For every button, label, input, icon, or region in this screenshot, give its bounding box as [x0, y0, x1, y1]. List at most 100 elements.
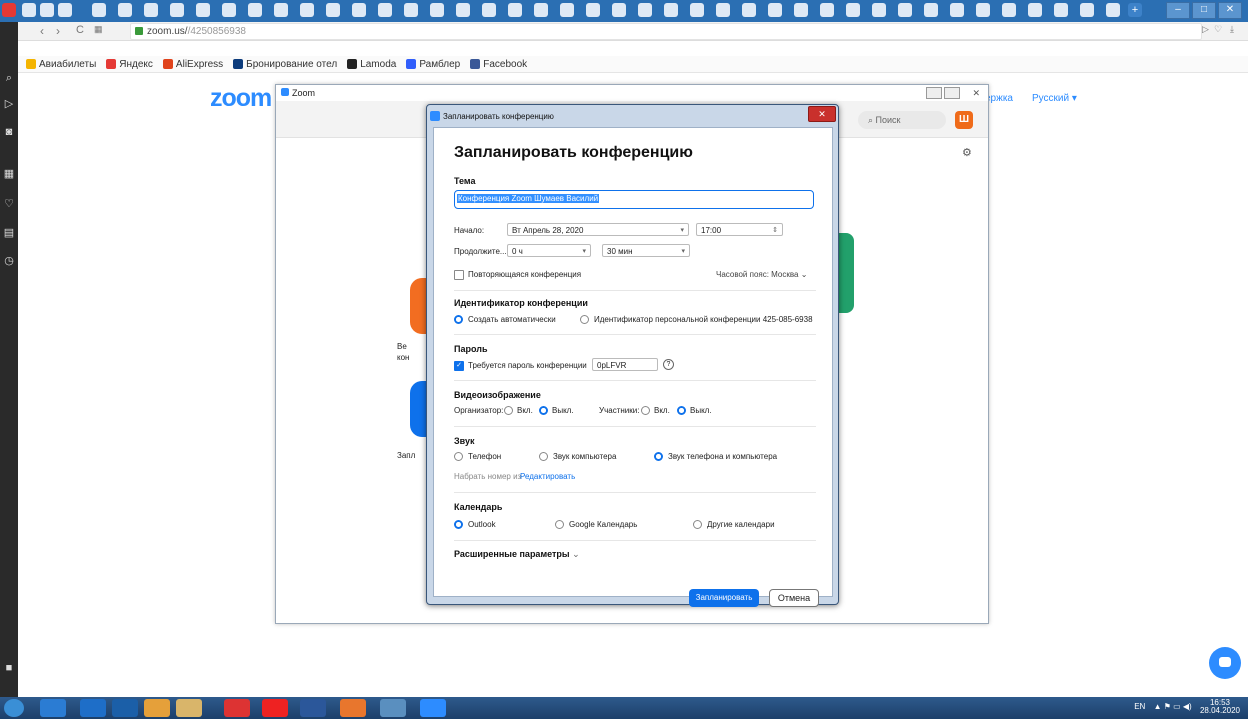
search-input[interactable]: ⌕ Поиск [858, 111, 946, 129]
browser-tab[interactable] [430, 3, 444, 17]
audio-both-radio[interactable] [654, 452, 663, 461]
browser-tab[interactable] [196, 3, 210, 17]
close-icon[interactable]: ✕ [1218, 2, 1242, 19]
browser-tab[interactable] [22, 3, 36, 17]
grid-icon[interactable]: ▦ [3, 168, 15, 180]
meeting-id-auto-radio[interactable] [454, 315, 463, 324]
browser-tab[interactable] [664, 3, 678, 17]
calendar-other-radio[interactable] [693, 520, 702, 529]
edit-link[interactable]: Редактировать [520, 472, 575, 481]
browser-tab[interactable] [508, 3, 522, 17]
new-tab-button[interactable]: + [1128, 3, 1142, 17]
browser-tab[interactable] [1080, 3, 1094, 17]
calendar-outlook-radio[interactable] [454, 520, 463, 529]
recurring-checkbox[interactable] [454, 270, 464, 280]
share-icon[interactable]: ▷ [1202, 24, 1209, 35]
maximize-icon[interactable]: □ [1192, 2, 1216, 19]
browser-tab[interactable] [898, 3, 912, 17]
browser-tab[interactable] [976, 3, 990, 17]
password-input[interactable]: 0pLFVR [592, 358, 658, 371]
browser-tab[interactable] [1106, 3, 1120, 17]
chat-icon[interactable]: ▤ [3, 227, 15, 239]
start-time-input[interactable]: 17:00 ⇕ [696, 223, 783, 236]
url-field[interactable]: zoom.us//4250856938 [130, 23, 1202, 40]
browser-tab[interactable] [638, 3, 652, 17]
start-button[interactable] [4, 699, 24, 717]
gear-icon[interactable]: ⚙ [962, 146, 972, 159]
browser-tab-active[interactable] [58, 3, 72, 17]
play-icon[interactable]: ▷ [3, 98, 15, 110]
heart-icon[interactable]: ♡ [3, 198, 15, 210]
support-link[interactable]: ержка [985, 93, 1013, 104]
advanced-options-toggle[interactable]: Расширенные параметры ⌄ [454, 549, 580, 560]
start-date-select[interactable]: Вт Апрель 28, 2020 ▾ [507, 223, 689, 236]
bookmark-rambler[interactable]: Рамблер [406, 59, 460, 70]
browser-tab[interactable] [274, 3, 288, 17]
firefox-icon[interactable] [340, 699, 366, 717]
word-icon[interactable] [300, 699, 326, 717]
forward-icon[interactable]: › [56, 24, 60, 38]
media-icon[interactable] [112, 699, 138, 717]
camera-icon[interactable]: ◙ [3, 126, 15, 138]
browser-tab[interactable] [560, 3, 574, 17]
bookmark-aviabilety[interactable]: Авиабилеты [26, 59, 96, 70]
chat-button[interactable] [1209, 647, 1241, 679]
back-icon[interactable]: ‹ [40, 24, 44, 38]
paint-icon[interactable] [380, 699, 406, 717]
bookmark-lamoda[interactable]: Lamoda [347, 59, 396, 70]
apps-grid-icon[interactable]: ▦ [94, 24, 103, 35]
browser-tab[interactable] [716, 3, 730, 17]
download-icon[interactable]: ⤓ [1230, 24, 1234, 35]
zoom-logo[interactable]: zoom [210, 84, 272, 113]
taskbar-app[interactable] [40, 699, 66, 717]
tray-icons[interactable]: ▲ ⚑ ▭ ◀) [1154, 702, 1192, 711]
clock-icon[interactable]: ◷ [3, 255, 15, 267]
browser-tab[interactable] [40, 3, 54, 17]
bookmark-booking[interactable]: Бронирование отел [233, 59, 337, 70]
browser-tab[interactable] [352, 3, 366, 17]
browser-tab[interactable] [950, 3, 964, 17]
browser-tab[interactable] [586, 3, 600, 17]
browser-tab[interactable] [1002, 3, 1016, 17]
video-participants-off-radio[interactable] [677, 406, 686, 415]
browser-tab[interactable] [326, 3, 340, 17]
browser-tab[interactable] [872, 3, 886, 17]
browser-tab[interactable] [118, 3, 132, 17]
browser-tab[interactable] [690, 3, 704, 17]
password-checkbox[interactable]: ✓ [454, 361, 464, 371]
bookmark-facebook[interactable]: Facebook [470, 59, 527, 70]
search-icon[interactable]: ⌕ [3, 72, 15, 84]
stepper-icon[interactable]: ⇕ [772, 224, 778, 237]
browser-tab[interactable] [1054, 3, 1068, 17]
browser-tab[interactable] [482, 3, 496, 17]
browser-tab[interactable] [456, 3, 470, 17]
opera-icon[interactable] [262, 699, 288, 717]
duration-hours-select[interactable]: 0 ч ▾ [507, 244, 591, 257]
browser-tab[interactable] [768, 3, 782, 17]
browser-tab[interactable] [300, 3, 314, 17]
browser-tab[interactable] [924, 3, 938, 17]
video-host-on-radio[interactable] [504, 406, 513, 415]
minimize-icon[interactable] [926, 87, 942, 99]
cancel-button[interactable]: Отмена [769, 589, 819, 607]
minimize-icon[interactable]: – [1166, 2, 1190, 19]
browser-tab[interactable] [170, 3, 184, 17]
browser-tab[interactable] [846, 3, 860, 17]
browser-tab[interactable] [248, 3, 262, 17]
video-participants-on-radio[interactable] [641, 406, 650, 415]
bookmark-aliexpress[interactable]: AliExpress [162, 59, 223, 70]
ie-icon[interactable] [80, 699, 106, 717]
panel-icon[interactable]: ■ [3, 662, 15, 674]
zoom-taskbar-icon[interactable] [420, 699, 446, 717]
browser-tab[interactable] [92, 3, 106, 17]
schedule-button[interactable]: Запланировать [689, 589, 759, 607]
heart-icon[interactable]: ♡ [1214, 24, 1222, 35]
avatar[interactable]: Ш [955, 111, 973, 129]
clock[interactable]: 16:53 28.04.2020 [1200, 699, 1240, 715]
close-icon[interactable]: ✕ [808, 106, 836, 122]
browser-tab[interactable] [534, 3, 548, 17]
yandex-browser-icon[interactable] [224, 699, 250, 717]
browser-tab[interactable] [820, 3, 834, 17]
bookmark-yandex[interactable]: Яндекс [106, 59, 153, 70]
help-icon[interactable]: ? [663, 359, 674, 370]
